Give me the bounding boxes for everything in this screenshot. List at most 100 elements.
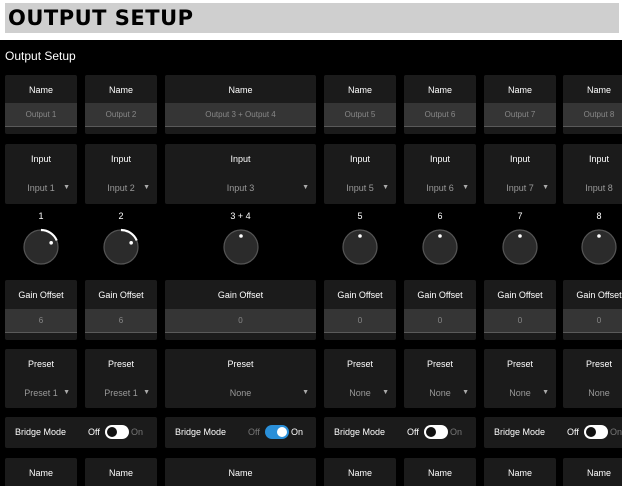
- preset-label: Preset: [426, 359, 453, 369]
- bridge-mode-panel: Bridge Mode Off On: [165, 417, 316, 448]
- name-panel: Name Output 1: [5, 75, 77, 134]
- knob-indicator: [597, 234, 601, 238]
- toggle-knob: [586, 427, 596, 437]
- toggle-knob: [277, 427, 287, 437]
- gain-offset-label: Gain Offset: [497, 290, 543, 300]
- name-panel: Name Output 7: [484, 75, 556, 134]
- input-panel: Input Input 2 ▼: [85, 144, 157, 204]
- chevron-down-icon: ▼: [382, 184, 389, 191]
- chevron-down-icon: ▼: [462, 184, 469, 191]
- gain-offset-panel: Gain Offset 6: [85, 280, 157, 340]
- bridge-mode-label: Bridge Mode: [15, 427, 67, 437]
- gain-offset-field[interactable]: 0: [165, 309, 316, 333]
- preset-label: Preset: [346, 359, 373, 369]
- name-label: Name: [228, 85, 253, 95]
- preset-panel: Preset None ▼: [484, 349, 556, 408]
- bridge-mode-toggle[interactable]: [424, 425, 448, 439]
- preset-select[interactable]: None: [563, 388, 622, 398]
- preset-select[interactable]: None: [165, 388, 316, 398]
- output-setup-app: Output Setup Name Output 1 Input Input 1 ▼ 1 G…: [0, 40, 622, 486]
- channel-number: 3 + 4: [230, 211, 251, 221]
- name-label: Name: [347, 85, 372, 95]
- name-field[interactable]: Output 7: [484, 103, 556, 127]
- chevron-down-icon: ▼: [462, 389, 469, 396]
- input-panel: Input Input 1 ▼: [5, 144, 77, 204]
- input-select[interactable]: Input 3: [165, 183, 316, 193]
- gain-offset-label: Gain Offset: [417, 290, 463, 300]
- knob-graphic: [581, 229, 617, 265]
- preset-panel: Preset None: [563, 349, 622, 408]
- app-title: Output Setup: [5, 49, 76, 63]
- name-panel: Name: [5, 458, 77, 486]
- gain-offset-field[interactable]: 0: [484, 309, 556, 333]
- gain-knob[interactable]: [580, 228, 618, 266]
- gain-offset-label: Gain Offset: [576, 290, 622, 300]
- off-label: Off: [248, 427, 260, 437]
- on-label: On: [131, 427, 144, 437]
- bridge-mode-toggle[interactable]: [105, 425, 129, 439]
- chevron-down-icon: ▼: [302, 389, 309, 396]
- name-panel: Name: [484, 458, 556, 486]
- gain-knob[interactable]: [22, 228, 60, 266]
- gain-knob[interactable]: [341, 228, 379, 266]
- chevron-down-icon: ▼: [382, 389, 389, 396]
- preset-label: Preset: [227, 359, 254, 369]
- name-field[interactable]: Output 2: [85, 103, 157, 127]
- gain-offset-field[interactable]: 0: [404, 309, 476, 333]
- input-label: Input: [588, 154, 610, 164]
- bridge-mode-toggle[interactable]: [584, 425, 608, 439]
- gain-offset-panel: Gain Offset 0: [324, 280, 396, 340]
- knob-graphic: [342, 229, 378, 265]
- gain-offset-field[interactable]: 6: [85, 309, 157, 333]
- name-field[interactable]: Output 6: [404, 103, 476, 127]
- bridge-mode-label: Bridge Mode: [334, 427, 386, 437]
- input-label: Input: [349, 154, 371, 164]
- gain-knob[interactable]: [501, 228, 539, 266]
- input-select[interactable]: Input 8: [563, 183, 622, 193]
- name-panel: Name Output 6: [404, 75, 476, 134]
- chevron-down-icon: ▼: [63, 389, 70, 396]
- gain-offset-field[interactable]: 0: [563, 309, 622, 333]
- chevron-down-icon: ▼: [63, 184, 70, 191]
- name-field[interactable]: Output 1: [5, 103, 77, 127]
- preset-panel: Preset None ▼: [324, 349, 396, 408]
- name-label: Name: [507, 468, 532, 478]
- chevron-down-icon: ▼: [542, 184, 549, 191]
- preset-label: Preset: [506, 359, 533, 369]
- input-panel: Input Input 7 ▼: [484, 144, 556, 204]
- knob-graphic: [23, 228, 59, 265]
- name-label: Name: [586, 85, 611, 95]
- gain-knob[interactable]: [421, 228, 459, 266]
- toggle-knob: [107, 427, 117, 437]
- name-label: Name: [427, 85, 452, 95]
- name-panel: Name: [563, 458, 622, 486]
- knob-indicator: [518, 234, 522, 238]
- knob-graphic: [222, 229, 259, 265]
- preset-label: Preset: [107, 359, 134, 369]
- input-label: Input: [30, 154, 52, 164]
- name-label: Name: [347, 468, 372, 478]
- on-label: On: [610, 427, 622, 437]
- knob-indicator: [129, 240, 133, 245]
- gain-offset-field[interactable]: 6: [5, 309, 77, 333]
- knob-indicator: [49, 240, 53, 245]
- input-panel: Input Input 6 ▼: [404, 144, 476, 204]
- bridge-mode-panel: Bridge Mode Off On: [484, 417, 622, 448]
- name-label: Name: [228, 468, 253, 478]
- preset-label: Preset: [27, 359, 54, 369]
- bridge-mode-toggle[interactable]: [265, 425, 289, 439]
- gain-knob[interactable]: [102, 228, 140, 266]
- name-field[interactable]: Output 5: [324, 103, 396, 127]
- name-field[interactable]: Output 8: [563, 103, 622, 127]
- name-panel: Name: [404, 458, 476, 486]
- gain-offset-field[interactable]: 0: [324, 309, 396, 333]
- name-field[interactable]: Output 3 + Output 4: [165, 103, 316, 127]
- input-label: Input: [110, 154, 132, 164]
- name-panel: Name Output 2: [85, 75, 157, 134]
- name-label: Name: [28, 85, 53, 95]
- name-panel: Name Output 3 + Output 4: [165, 75, 316, 134]
- preset-panel: Preset None ▼: [404, 349, 476, 408]
- gain-knob[interactable]: [222, 228, 260, 266]
- knob-indicator: [238, 234, 243, 238]
- knob-indicator: [358, 234, 362, 238]
